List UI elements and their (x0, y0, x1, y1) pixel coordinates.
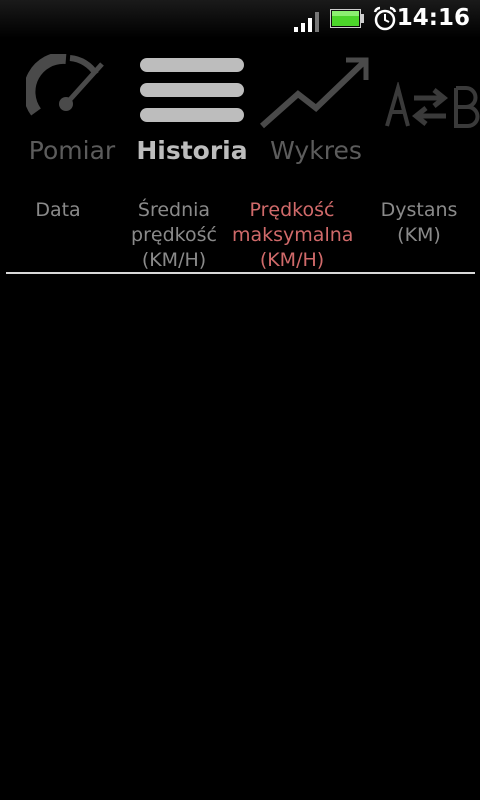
column-header-date[interactable]: Data (4, 198, 112, 223)
history-table-header: Data Średnia prędkość (KM/H) Prędkość ma… (0, 198, 480, 274)
column-header-distance[interactable]: Dystans (KM) (360, 198, 478, 248)
status-clock: 14:16 (396, 5, 470, 31)
tab-historia-label: Historia (136, 136, 248, 165)
tab-wykres-label: Wykres (270, 136, 362, 165)
table-header-divider (6, 272, 475, 274)
signal-icon (294, 12, 319, 32)
tab-historia[interactable]: Historia (136, 46, 248, 172)
chart-trend-icon (260, 57, 369, 129)
tab-pomiar[interactable]: Pomiar (18, 46, 126, 172)
column-header-average-speed[interactable]: Średnia prędkość (KM/H) (114, 198, 234, 273)
column-header-max-speed[interactable]: Prędkość maksymalna (KM/H) (232, 198, 353, 273)
status-bar: 14:16 (0, 0, 480, 38)
convert-units-icon (385, 82, 480, 128)
battery-icon (330, 9, 364, 28)
alarm-icon (373, 6, 397, 31)
tab-wykres[interactable]: Wykres (254, 46, 378, 172)
history-table-body (0, 276, 480, 800)
tab-pomiar-label: Pomiar (28, 136, 116, 165)
tab-strip: Pomiar Historia Wykres (0, 46, 480, 172)
speedometer-icon (26, 54, 104, 116)
tab-convert-units[interactable] (384, 46, 480, 172)
list-icon (140, 58, 244, 122)
